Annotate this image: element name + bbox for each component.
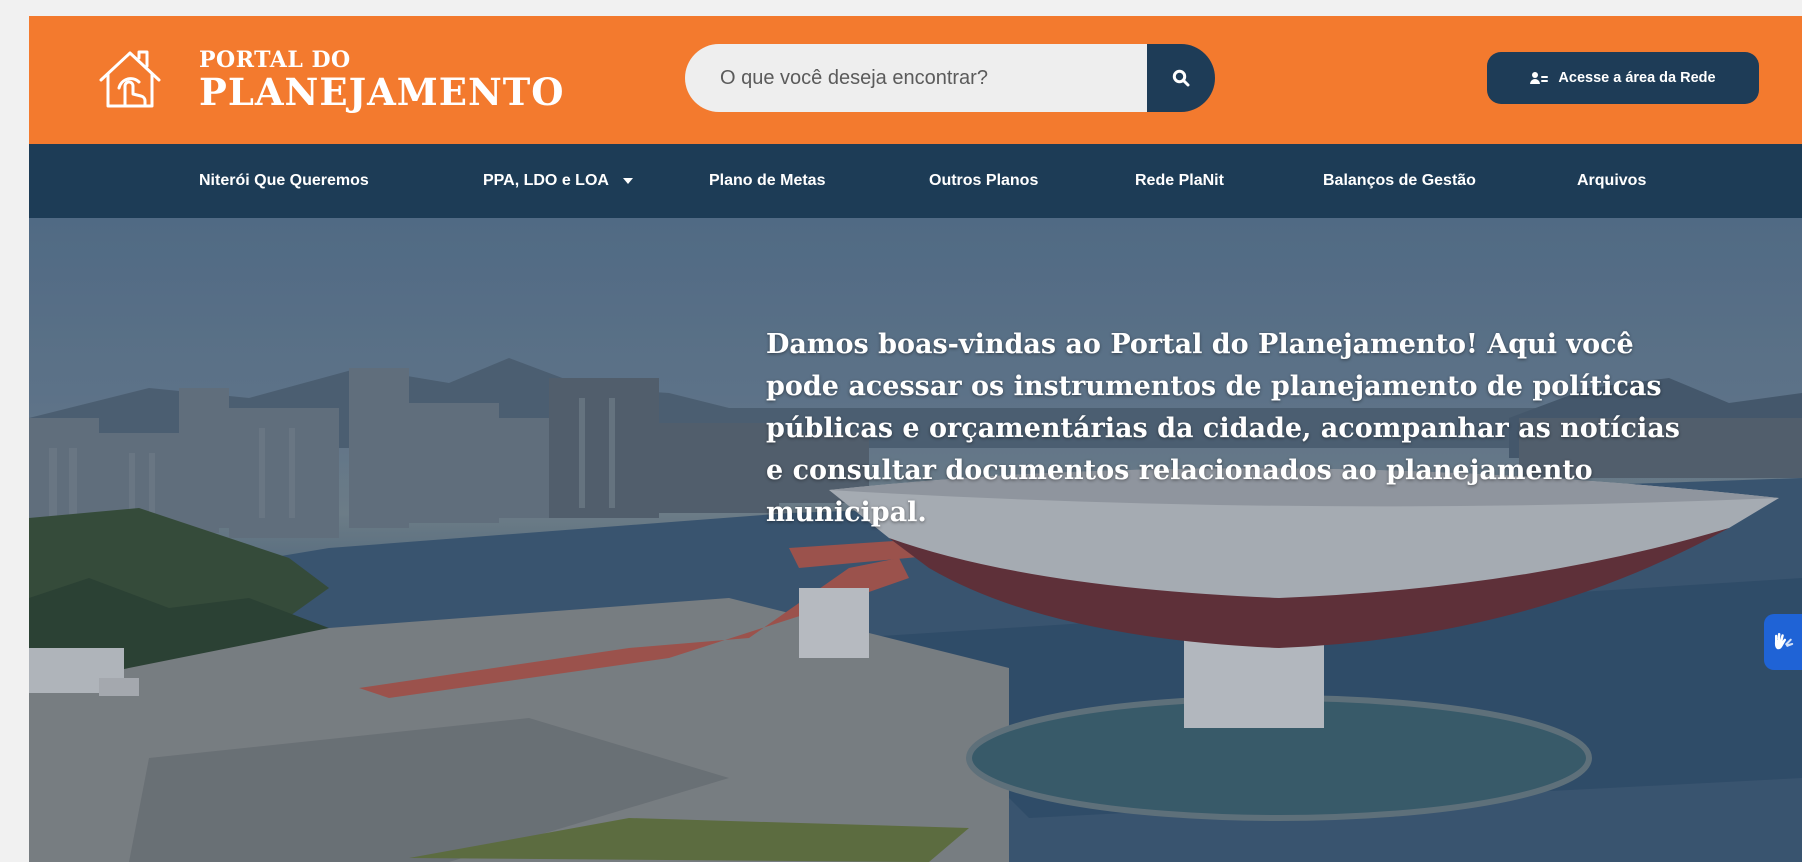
nav-item-balancos-de-gestao[interactable]: Balanços de Gestão bbox=[1323, 144, 1476, 218]
logo-text[interactable]: PORTAL DO PLANEJAMENTO bbox=[199, 48, 565, 112]
nav-label: Arquivos bbox=[1577, 172, 1647, 189]
page-frame: PORTAL DO PLANEJAMENTO Acesse a área da … bbox=[29, 16, 1802, 862]
nav-label: Balanços de Gestão bbox=[1323, 172, 1476, 189]
search-button[interactable] bbox=[1147, 44, 1215, 112]
vlibras-hands-icon bbox=[1774, 632, 1794, 650]
nav-label: Rede PlaNit bbox=[1135, 172, 1224, 189]
nav-item-niteroi-que-queremos[interactable]: Niterói Que Queremos bbox=[199, 144, 369, 218]
search-bar bbox=[685, 44, 1215, 112]
search-icon bbox=[1172, 69, 1190, 87]
nav-item-rede-planit[interactable]: Rede PlaNit bbox=[1135, 144, 1224, 218]
nav-label: Niterói Que Queremos bbox=[199, 172, 369, 189]
users-icon bbox=[1530, 71, 1549, 85]
rede-access-button[interactable]: Acesse a área da Rede bbox=[1487, 52, 1759, 104]
vlibras-accessibility-button[interactable] bbox=[1764, 614, 1802, 670]
caret-down-icon bbox=[622, 177, 633, 184]
main-nav: Niterói Que Queremos PPA, LDO e LOA Plan… bbox=[29, 144, 1802, 218]
nav-item-plano-de-metas[interactable]: Plano de Metas bbox=[709, 144, 825, 218]
nav-item-outros-planos[interactable]: Outros Planos bbox=[929, 144, 1038, 218]
rede-button-label: Acesse a área da Rede bbox=[1558, 70, 1716, 86]
nav-label: Plano de Metas bbox=[709, 172, 826, 189]
nav-item-arquivos[interactable]: Arquivos bbox=[1577, 144, 1646, 218]
house-hand-icon[interactable] bbox=[95, 44, 165, 114]
hero-welcome-text: Damos boas-vindas ao Portal do Planejame… bbox=[766, 329, 1680, 528]
nav-label: PPA, LDO e LOA bbox=[483, 172, 609, 189]
search-input[interactable] bbox=[685, 44, 1149, 112]
nav-item-ppa-ldo-loa[interactable]: PPA, LDO e LOA bbox=[483, 144, 633, 218]
logo-line2: PLANEJAMENTO bbox=[199, 70, 565, 114]
hero-banner: Damos boas-vindas ao Portal do Planejame… bbox=[29, 218, 1802, 862]
nav-label: Outros Planos bbox=[929, 172, 1039, 189]
hero-background-photo bbox=[29, 218, 1802, 862]
top-header: PORTAL DO PLANEJAMENTO Acesse a área da … bbox=[29, 16, 1802, 144]
logo-line1: PORTAL DO bbox=[199, 47, 351, 73]
